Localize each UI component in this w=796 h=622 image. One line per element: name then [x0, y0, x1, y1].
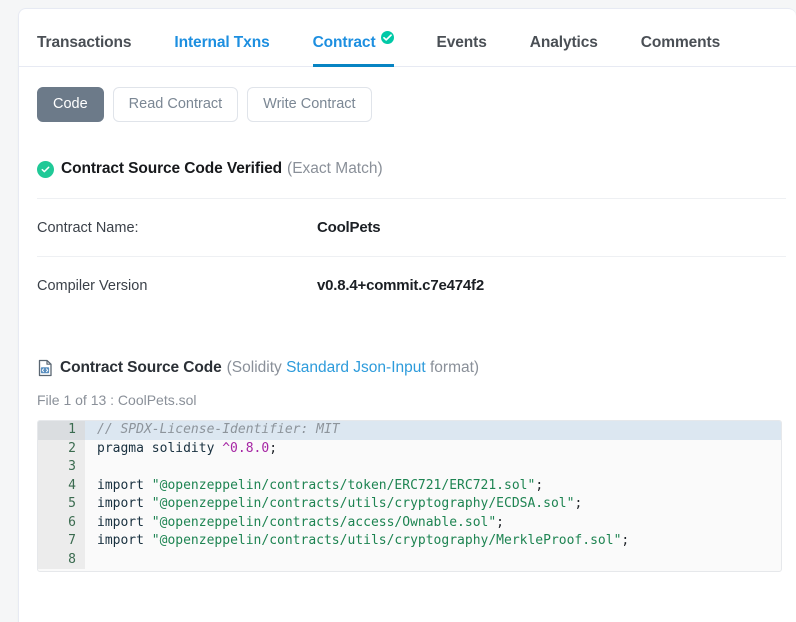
tab-label: Events [437, 34, 487, 52]
tab-label: Comments [641, 34, 720, 52]
tab-contract[interactable]: Contract [313, 34, 394, 66]
info-value: v0.8.4+commit.c7e474f2 [317, 277, 484, 294]
code-token: // SPDX-License-Identifier: MIT [97, 422, 340, 437]
code-line-text: // SPDX-License-Identifier: MIT [85, 421, 340, 440]
code-token: import [97, 515, 152, 530]
tab-label: Transactions [37, 34, 131, 52]
code-token: import [97, 496, 152, 511]
source-code-title: Contract Source Code [60, 359, 222, 377]
source-code-format-note: (Solidity Standard Json-Input format) [227, 359, 479, 377]
format-suffix: format) [426, 359, 479, 376]
source-code-heading: Contract Source Code (Solidity Standard … [19, 314, 796, 377]
code-line: 1 // SPDX-License-Identifier: MIT [38, 421, 781, 440]
code-line: 2pragma solidity ^0.8.0; [38, 440, 781, 459]
line-number: 7 [38, 532, 85, 551]
code-token: pragma solidity [97, 441, 222, 456]
code-line-text: pragma solidity ^0.8.0; [85, 440, 277, 459]
code-token: import [97, 533, 152, 548]
line-number: 3 [38, 458, 85, 477]
source-code-viewer[interactable]: 1// SPDX-License-Identifier: MIT2pragma … [37, 420, 782, 572]
info-row: Compiler Versionv0.8.4+commit.c7e474f2 [37, 256, 786, 314]
tab-label: Internal Txns [174, 34, 269, 52]
file-count-label: File 1 of 13 : CoolPets.sol [19, 377, 796, 408]
code-line-text: import "@openzeppelin/contracts/utils/cr… [85, 495, 582, 514]
code-line: 7import "@openzeppelin/contracts/utils/c… [38, 532, 781, 551]
code-token: ; [535, 478, 543, 493]
line-number: 6 [38, 514, 85, 533]
verified-banner: Contract Source Code Verified (Exact Mat… [19, 122, 796, 178]
code-token: "@openzeppelin/contracts/utils/cryptogra… [152, 533, 622, 548]
tab-transactions[interactable]: Transactions [37, 34, 131, 66]
code-line-text: import "@openzeppelin/contracts/utils/cr… [85, 532, 629, 551]
info-label: Contract Name: [37, 220, 317, 236]
info-row: Contract Name:CoolPets [37, 198, 786, 256]
line-number: 1 [38, 421, 85, 440]
code-line: 4import "@openzeppelin/contracts/token/E… [38, 477, 781, 496]
tab-internal-txns[interactable]: Internal Txns [174, 34, 269, 66]
file-code-icon [37, 359, 60, 377]
code-token: ; [269, 441, 277, 456]
read-contract-button[interactable]: Read Contract [113, 87, 239, 122]
tab-label: Contract [313, 34, 376, 52]
verified-match-note: (Exact Match) [287, 160, 383, 178]
contract-card: Transactions Internal Txns Contract Events A… [18, 8, 796, 622]
line-number: 5 [38, 495, 85, 514]
code-line-text: import "@openzeppelin/contracts/token/ER… [85, 477, 543, 496]
code-token: ; [574, 496, 582, 511]
code-line-text: import "@openzeppelin/contracts/access/O… [85, 514, 504, 533]
code-line: 8 [38, 551, 781, 570]
code-token: import [97, 478, 152, 493]
code-line: 3 [38, 458, 781, 477]
code-token: "@openzeppelin/contracts/token/ERC721/ER… [152, 478, 536, 493]
line-number: 8 [38, 551, 85, 570]
code-line-text [85, 458, 97, 477]
info-value: CoolPets [317, 219, 380, 236]
code-token: ; [496, 515, 504, 530]
code-token: "@openzeppelin/contracts/utils/cryptogra… [152, 496, 575, 511]
standard-json-input-link[interactable]: Standard Json-Input [286, 359, 426, 376]
line-number: 2 [38, 440, 85, 459]
code-line: 6import "@openzeppelin/contracts/access/… [38, 514, 781, 533]
contract-info-table: Contract Name:CoolPetsCompiler Versionv0… [19, 198, 796, 314]
tab-analytics[interactable]: Analytics [530, 34, 598, 66]
code-line: 5import "@openzeppelin/contracts/utils/c… [38, 495, 781, 514]
code-token: "@openzeppelin/contracts/access/Ownable.… [152, 515, 496, 530]
code-token: ^0.8.0 [222, 441, 269, 456]
code-token: ; [621, 533, 629, 548]
info-label: Compiler Version [37, 278, 317, 294]
code-button[interactable]: Code [37, 87, 104, 122]
check-circle-icon [37, 161, 54, 178]
line-number: 4 [38, 477, 85, 496]
format-prefix: (Solidity [227, 359, 286, 376]
contract-action-buttons: Code Read ContractWrite Contract [19, 67, 796, 122]
tab-events[interactable]: Events [437, 34, 487, 66]
tab-comments[interactable]: Comments [641, 34, 720, 66]
verified-badge-icon [381, 31, 394, 44]
verified-title: Contract Source Code Verified [61, 160, 282, 178]
code-line-text [85, 551, 97, 570]
write-contract-button[interactable]: Write Contract [247, 87, 371, 122]
tab-label: Analytics [530, 34, 598, 52]
tab-bar: Transactions Internal Txns Contract Events A… [19, 9, 796, 67]
